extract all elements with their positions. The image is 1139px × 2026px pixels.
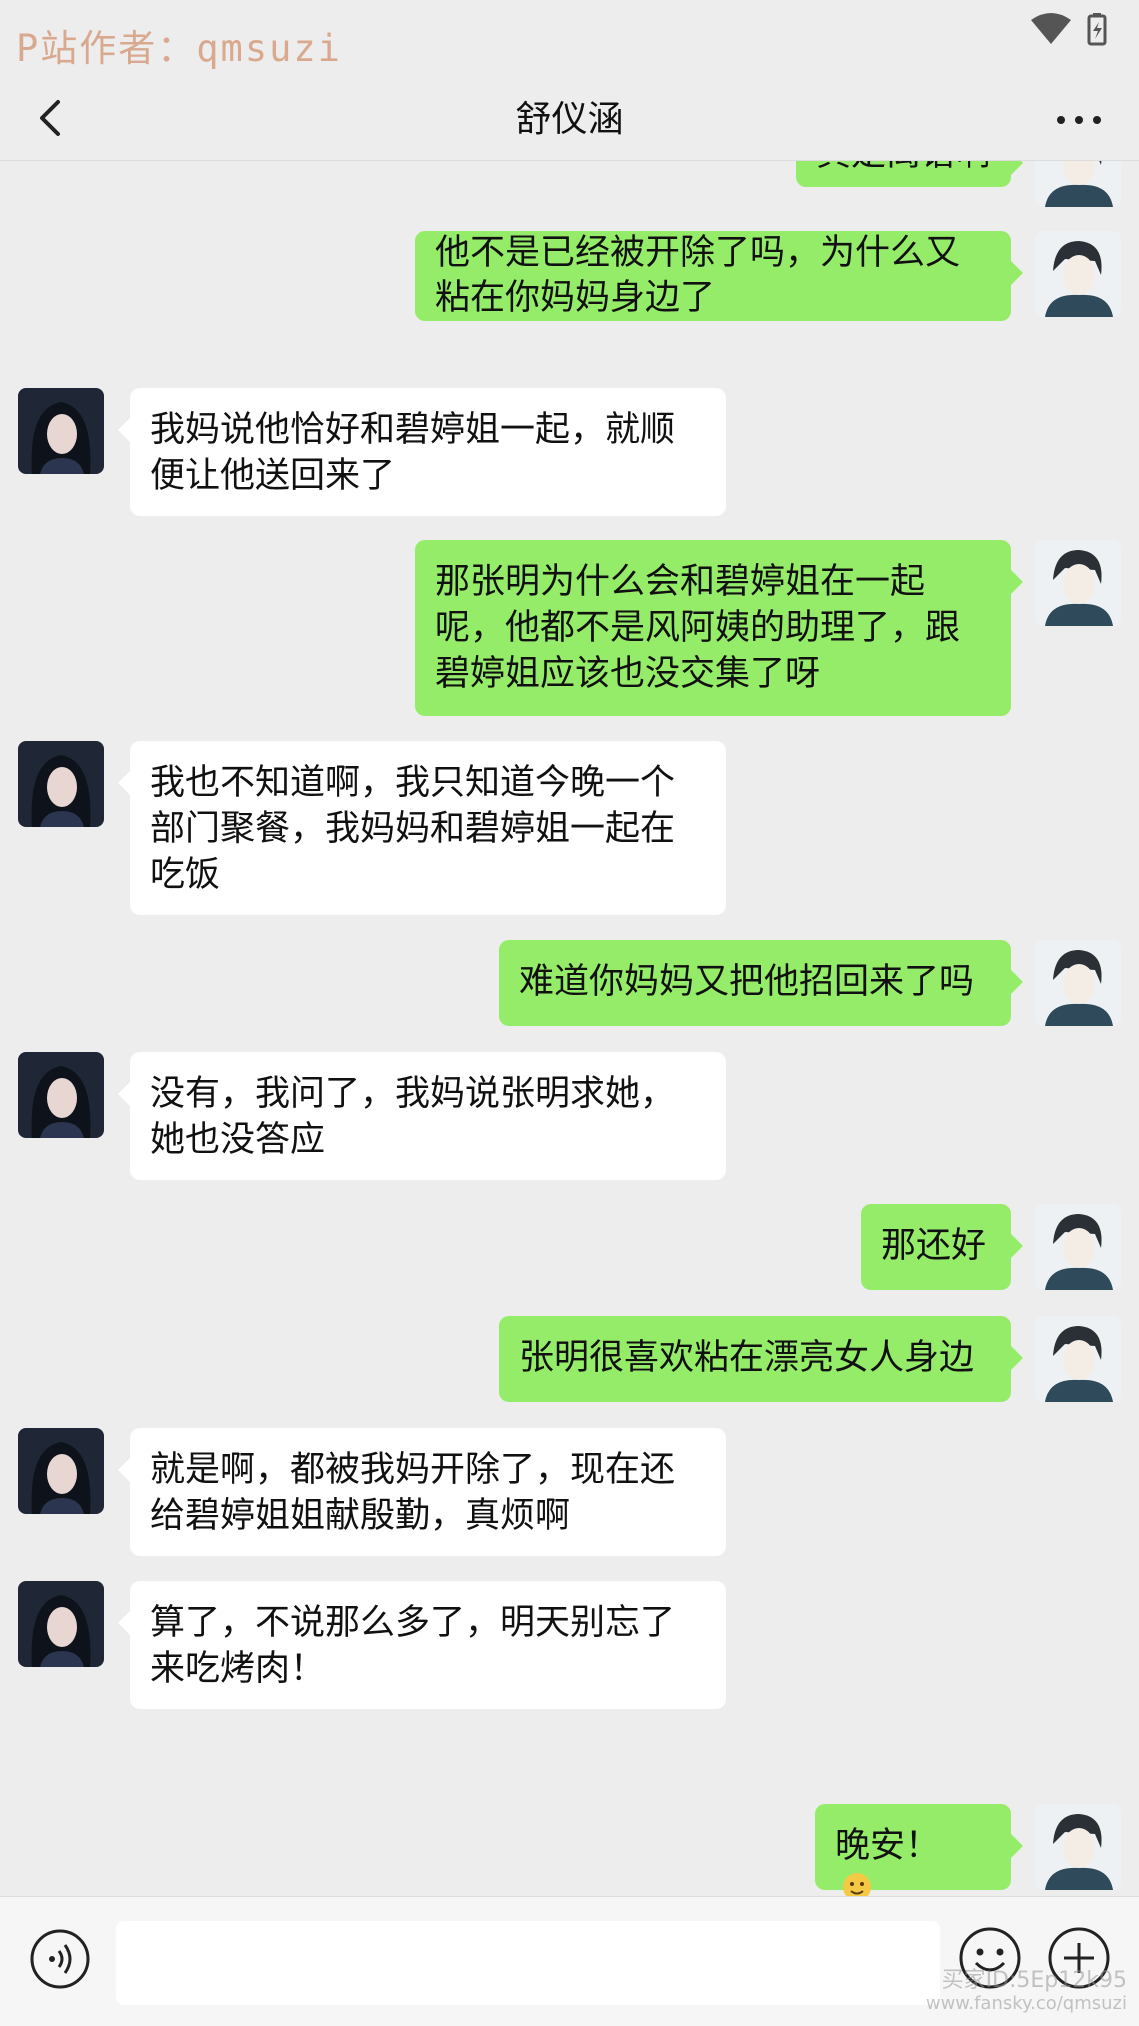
avatar-me[interactable] [1035, 161, 1121, 207]
message-row: 他不是已经被开除了吗，为什么又 粘在你妈妈身边了 [0, 231, 1139, 321]
avatar-me[interactable] [1035, 540, 1121, 626]
incoming-bubble[interactable]: 就是啊，都被我妈开除了，现在还 给碧婷姐姐献殷勤，真烦啊 [118, 1428, 726, 1556]
outgoing-bubble[interactable]: 晚安！ [815, 1804, 1023, 1896]
avatar-me[interactable] [1035, 1204, 1121, 1290]
status-bar: P站作者：qmsuzi [0, 0, 1139, 80]
outgoing-bubble[interactable]: 张明很喜欢粘在漂亮女人身边 [499, 1316, 1023, 1402]
message-row: 难道你妈妈又把他招回来了吗 [0, 940, 1139, 1026]
message-row: 那还好 [0, 1204, 1139, 1290]
avatar-contact[interactable] [18, 741, 104, 827]
message-row: 那张明为什么会和碧婷姐在一起 呢，他都不是风阿姨的助理了，跟 碧婷姐应该也没交集… [0, 540, 1139, 716]
avatar-contact[interactable] [18, 1581, 104, 1667]
battery-icon [1087, 13, 1107, 46]
chat-header: 舒仪涵 [0, 80, 1139, 161]
message-row: 张明很喜欢粘在漂亮女人身边 [0, 1316, 1139, 1402]
bubble-text: 晚安！ [835, 1826, 941, 1866]
message-row: 我也不知道啊，我只知道今晚一个 部门聚餐，我妈妈和碧婷姐一起在 吃饭 [0, 741, 1139, 915]
outgoing-bubble[interactable]: 他不是已经被开除了吗，为什么又 粘在你妈妈身边了 [415, 231, 1023, 321]
avatar-me[interactable] [1035, 231, 1121, 317]
message-row: 没有，我问了，我妈说张明求她， 她也没答应 [0, 1052, 1139, 1180]
author-watermark: P站作者：qmsuzi [16, 27, 342, 70]
outgoing-bubble[interactable]: 那还好 [861, 1204, 1023, 1290]
chat-title: 舒仪涵 [515, 99, 624, 140]
buyer-id-watermark: 买家ID:5Ep12k95 [941, 1968, 1127, 1993]
incoming-bubble[interactable]: 没有，我问了，我妈说张明求她， 她也没答应 [118, 1052, 726, 1180]
avatar-me[interactable] [1035, 1316, 1121, 1402]
voice-button[interactable] [28, 1927, 92, 1991]
message-row: 我妈说他恰好和碧婷姐一起，就顺 便让他送回来了 [0, 388, 1139, 516]
incoming-bubble[interactable]: 我也不知道啊，我只知道今晚一个 部门聚餐，我妈妈和碧婷姐一起在 吃饭 [118, 741, 726, 915]
avatar-contact[interactable] [18, 388, 104, 474]
message-row: 算了，不说那么多了，明天别忘了 来吃烤肉！ [0, 1581, 1139, 1709]
message-row: 真是离谱啊 [0, 161, 1139, 227]
outgoing-bubble[interactable]: 难道你妈妈又把他招回来了吗 [499, 940, 1023, 1026]
message-row: 晚安！ [0, 1804, 1139, 1896]
avatar-contact[interactable] [18, 1052, 104, 1138]
message-row: 就是啊，都被我妈开除了，现在还 给碧婷姐姐献殷勤，真烦啊 [0, 1428, 1139, 1556]
message-list[interactable]: 真是离谱啊 他不是已经被开除了吗，为什么又 粘在你妈妈身边了 我妈说他恰好和碧婷… [0, 161, 1139, 1896]
wifi-icon [1031, 13, 1071, 44]
more-dots-icon [1057, 116, 1101, 124]
incoming-bubble[interactable]: 我妈说他恰好和碧婷姐一起，就顺 便让他送回来了 [118, 388, 726, 516]
status-icons [1029, 12, 1119, 46]
avatar-me[interactable] [1035, 940, 1121, 1026]
incoming-bubble[interactable]: 算了，不说那么多了，明天别忘了 来吃烤肉！ [118, 1581, 726, 1709]
outgoing-bubble[interactable]: 真是离谱啊 [795, 161, 1024, 187]
hugging-face-emoji [835, 1869, 879, 1896]
site-watermark: www.fansky.co/qmsuzi [925, 1993, 1127, 2014]
avatar-contact[interactable] [18, 1428, 104, 1514]
outgoing-bubble[interactable]: 那张明为什么会和碧婷姐在一起 呢，他都不是风阿姨的助理了，跟 碧婷姐应该也没交集… [415, 540, 1023, 716]
message-input[interactable] [116, 1921, 940, 2005]
avatar-me[interactable] [1035, 1804, 1121, 1890]
more-button[interactable] [1049, 90, 1109, 146]
voice-icon [30, 1929, 90, 1989]
